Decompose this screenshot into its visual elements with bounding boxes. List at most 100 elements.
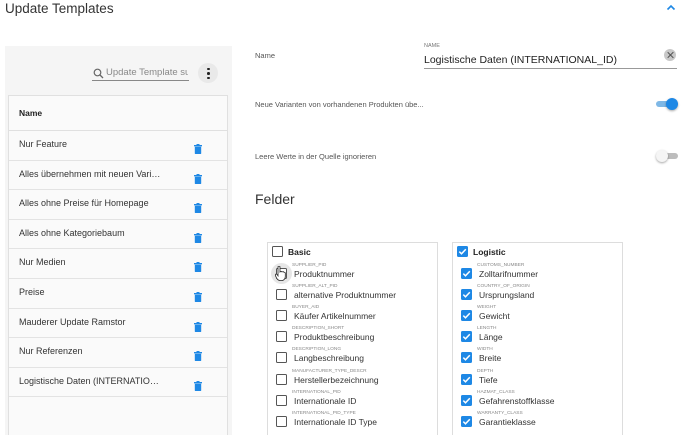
chevron-up-icon[interactable] bbox=[664, 1, 678, 15]
list-item[interactable]: Alles übernehmen mit neuen Variant... bbox=[9, 161, 227, 191]
checkbox[interactable] bbox=[461, 331, 472, 343]
basic-group-title: Basic bbox=[288, 247, 311, 257]
field-key: MANUFACTURER_TYPE_DESCR bbox=[292, 368, 367, 374]
checkbox[interactable] bbox=[276, 415, 287, 427]
checkbox[interactable] bbox=[276, 373, 287, 385]
logistic-group-checkbox[interactable] bbox=[457, 246, 468, 257]
field-label: Käufer Artikelnummer bbox=[294, 311, 376, 322]
checkbox[interactable] bbox=[461, 352, 472, 364]
column-header-name: Name bbox=[19, 108, 43, 118]
search-icon bbox=[93, 66, 104, 79]
more-vert-icon[interactable] bbox=[198, 63, 218, 83]
checkbox[interactable] bbox=[276, 331, 287, 343]
list-item-label: Logistische Daten (INTERNATIONAL... bbox=[19, 375, 164, 386]
field-checkbox-item[interactable]: DESCRIPTION_SHORT Produktbeschreibung bbox=[276, 326, 436, 347]
checkbox[interactable] bbox=[461, 373, 472, 385]
field-key: SUPPLIER_ALT_PID bbox=[292, 284, 338, 290]
search-input[interactable] bbox=[106, 65, 188, 79]
delete-icon[interactable] bbox=[194, 230, 202, 243]
list-item[interactable]: Nur Feature bbox=[9, 131, 227, 161]
field-checkbox-item[interactable]: COUNTRY_OF_ORIGIN Ursprungsland bbox=[461, 284, 621, 305]
list-item-label: Mauderer Update Ramstor bbox=[19, 316, 126, 327]
field-checkbox-item[interactable]: WIDTH Breite bbox=[461, 347, 621, 368]
field-key: INTERNATIONAL_PID_TYPE bbox=[292, 410, 356, 416]
page-title: Update Templates bbox=[5, 1, 114, 16]
field-key: SUPPLIER_PID bbox=[292, 263, 327, 268]
field-checkbox-item[interactable]: SUPPLIER_ALT_PID alternative Produktnumme… bbox=[276, 284, 436, 305]
field-label: Gefahrenstoffklasse bbox=[479, 395, 555, 406]
field-checkbox-item[interactable]: INTERNATIONAL_PID_TYPE Internationale ID … bbox=[276, 411, 436, 432]
name-floating-label: NAME bbox=[424, 43, 440, 49]
checkbox[interactable] bbox=[461, 289, 472, 301]
checkbox[interactable] bbox=[276, 352, 287, 364]
field-checkbox-item[interactable]: WEIGHT Gewicht bbox=[461, 305, 621, 326]
logistic-group-title: Logistic bbox=[473, 247, 506, 257]
field-label: Internationale ID Type bbox=[294, 416, 378, 427]
delete-icon[interactable] bbox=[194, 171, 202, 184]
field-label: Ursprungsland bbox=[479, 290, 535, 301]
field-checkbox-item[interactable]: DESCRIPTION_LONG Langbeschreibung bbox=[276, 347, 436, 368]
name-label: Name bbox=[255, 51, 276, 60]
header: Update Templates bbox=[0, 0, 688, 22]
list-item[interactable]: Mauderer Update Ramstor bbox=[9, 309, 227, 339]
field-label: Herstellerbezeichnung bbox=[294, 374, 379, 385]
checkbox[interactable] bbox=[276, 289, 287, 301]
field-key: LENGTH bbox=[477, 326, 497, 332]
checkbox[interactable] bbox=[461, 394, 472, 406]
delete-icon[interactable] bbox=[194, 259, 202, 273]
name-input[interactable]: Logistische Daten (INTERNATIONAL_ID) bbox=[424, 54, 617, 66]
field-key: DESCRIPTION_LONG bbox=[292, 347, 342, 353]
checkbox[interactable] bbox=[461, 268, 472, 279]
list-item[interactable]: Alles ohne Kategoriebaum bbox=[9, 220, 227, 250]
field-key: HAZMAT_CLASS bbox=[477, 389, 515, 395]
field-checkbox-item[interactable]: HAZMAT_CLASS Gefahrenstoffklasse bbox=[461, 390, 621, 411]
checkbox[interactable] bbox=[276, 310, 287, 322]
field-label: Zolltarifnummer bbox=[479, 269, 539, 279]
variants-toggle[interactable] bbox=[656, 98, 678, 110]
field-checkbox-item[interactable]: INTERNATIONAL_PID Internationale ID bbox=[276, 390, 436, 411]
field-label: alternative Produktnummer bbox=[294, 290, 397, 301]
delete-icon[interactable] bbox=[194, 200, 202, 214]
checkbox[interactable] bbox=[461, 415, 472, 427]
field-checkbox-item[interactable]: DEPTH Tiefe bbox=[461, 369, 621, 390]
list-item[interactable]: Nur Referenzen bbox=[9, 338, 227, 368]
search-field[interactable] bbox=[92, 63, 189, 81]
list-item-label: Alles ohne Kategoriebaum bbox=[19, 227, 125, 238]
list-item[interactable]: Nur Medien bbox=[9, 249, 227, 279]
delete-icon[interactable] bbox=[194, 378, 202, 391]
field-key: WIDTH bbox=[477, 347, 493, 353]
list-item[interactable]: Alles ohne Preise für Homepage bbox=[9, 190, 227, 220]
delete-icon[interactable] bbox=[194, 141, 202, 154]
field-key: DESCRIPTION_SHORT bbox=[292, 326, 345, 332]
ignore-empty-toggle[interactable] bbox=[656, 150, 678, 162]
field-checkbox-item[interactable]: CUSTOMS_NUMBER Zolltarifnummer bbox=[461, 263, 621, 284]
list-item[interactable]: Preise bbox=[9, 279, 227, 309]
field-label: Gewicht bbox=[479, 311, 510, 322]
list-item[interactable]: Logistische Daten (INTERNATIONAL... bbox=[9, 368, 227, 398]
delete-icon[interactable] bbox=[194, 289, 202, 302]
checkbox[interactable] bbox=[276, 394, 287, 406]
field-key: WARRANTY_CLASS bbox=[477, 410, 523, 416]
field-key: INTERNATIONAL_PID bbox=[292, 389, 341, 395]
field-checkbox-item[interactable]: BUYER_AID Käufer Artikelnummer bbox=[276, 305, 436, 326]
list-item-label: Preise bbox=[19, 286, 45, 297]
field-label: Produktnummer bbox=[294, 269, 355, 279]
field-key: WEIGHT bbox=[477, 305, 497, 311]
list-header: Name bbox=[9, 96, 227, 131]
list-item-label: Alles übernehmen mit neuen Variant... bbox=[19, 168, 164, 179]
clear-icon[interactable] bbox=[664, 49, 676, 61]
field-label: Breite bbox=[479, 353, 502, 364]
checkbox[interactable] bbox=[461, 310, 472, 322]
field-checkbox-item[interactable]: WARRANTY_CLASS Garantieklasse bbox=[461, 411, 621, 432]
field-label: Länge bbox=[479, 332, 503, 343]
field-checkbox-item[interactable]: LENGTH Länge bbox=[461, 326, 621, 347]
field-checkbox-item[interactable]: MANUFACTURER_TYPE_DESCR Herstellerbezeich… bbox=[276, 369, 436, 390]
basic-group-checkbox[interactable] bbox=[272, 246, 283, 257]
name-field[interactable]: NAME Logistische Daten (INTERNATIONAL_ID… bbox=[424, 43, 677, 69]
field-key: DEPTH bbox=[477, 368, 494, 374]
field-checkbox-item[interactable]: SUPPLIER_PID Produktnummer bbox=[271, 263, 436, 284]
delete-icon[interactable] bbox=[194, 348, 202, 362]
basic-group: Basic SUPPLIER_PID Produktnummer SUPPLIER_… bbox=[267, 242, 438, 435]
felder-title: Felder bbox=[255, 191, 295, 207]
delete-icon[interactable] bbox=[194, 319, 202, 332]
